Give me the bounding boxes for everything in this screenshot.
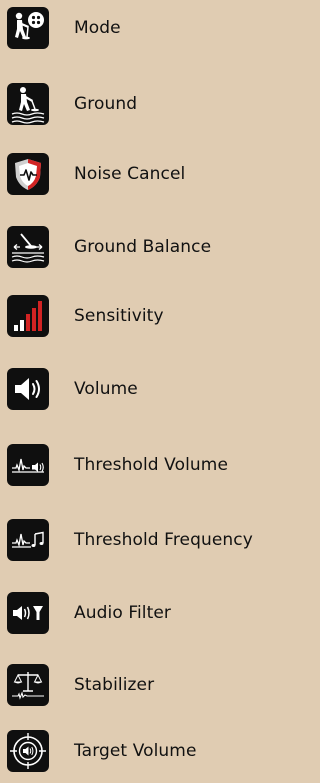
menu-item-threshold-volume[interactable]: Threshold Volume bbox=[0, 441, 286, 489]
stabilizer-scale-icon bbox=[7, 664, 49, 706]
menu-item-label: Sensitivity bbox=[74, 306, 164, 326]
menu-item-noise-cancel[interactable]: Noise Cancel bbox=[0, 150, 286, 198]
menu-item-label: Ground bbox=[74, 94, 138, 114]
menu-item-ground-balance[interactable]: Ground Balance bbox=[0, 223, 286, 271]
target-volume-icon bbox=[7, 730, 49, 772]
menu-item-label: Noise Cancel bbox=[74, 164, 186, 184]
menu-item-label: Audio Filter bbox=[74, 603, 172, 623]
menu-item-stabilizer[interactable]: Stabilizer bbox=[0, 661, 286, 709]
menu-item-mode[interactable]: Mode bbox=[0, 4, 286, 52]
menu-item-target-volume[interactable]: Target Volume bbox=[0, 727, 286, 775]
threshold-frequency-icon bbox=[7, 519, 49, 561]
menu-item-audio-filter[interactable]: Audio Filter bbox=[0, 589, 286, 637]
settings-menu: Mode Ground Noise Cancel Ground Balance … bbox=[0, 0, 286, 783]
menu-item-sensitivity[interactable]: Sensitivity bbox=[0, 292, 286, 340]
threshold-volume-icon bbox=[7, 444, 49, 486]
sensitivity-bars-icon bbox=[7, 295, 49, 337]
detector-person-mode-icon bbox=[7, 7, 49, 49]
volume-speaker-icon bbox=[7, 368, 49, 410]
menu-item-ground[interactable]: Ground bbox=[0, 80, 286, 128]
ground-detector-icon bbox=[7, 83, 49, 125]
menu-item-label: Threshold Frequency bbox=[74, 530, 253, 550]
menu-item-label: Threshold Volume bbox=[74, 455, 229, 475]
menu-item-label: Stabilizer bbox=[74, 675, 155, 695]
menu-item-label: Volume bbox=[74, 379, 138, 399]
audio-filter-icon bbox=[7, 592, 49, 634]
menu-item-threshold-frequency[interactable]: Threshold Frequency bbox=[0, 516, 286, 564]
menu-item-label: Mode bbox=[74, 18, 121, 38]
menu-item-volume[interactable]: Volume bbox=[0, 365, 286, 413]
menu-item-label: Ground Balance bbox=[74, 237, 212, 257]
noise-cancel-shield-icon bbox=[7, 153, 49, 195]
ground-balance-icon bbox=[7, 226, 49, 268]
menu-item-label: Target Volume bbox=[74, 741, 197, 761]
